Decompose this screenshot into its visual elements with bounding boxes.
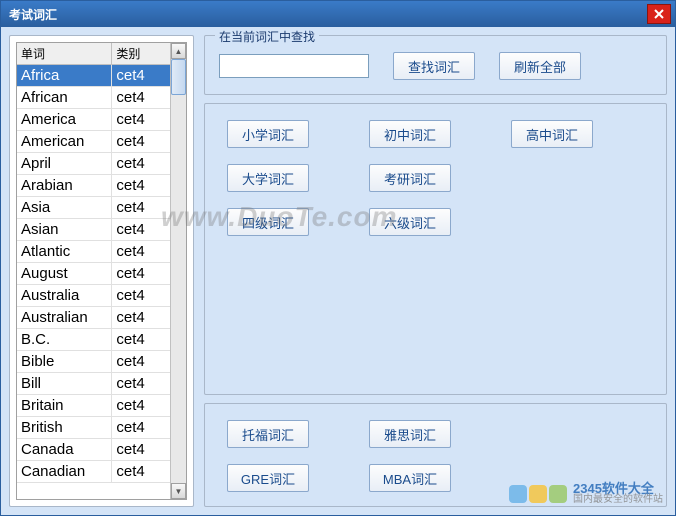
cell-category: cet4 [112,131,170,153]
cell-category: cet4 [112,153,170,175]
table-row[interactable]: Britishcet4 [17,417,170,439]
cell-category: cet4 [112,263,170,285]
table-row[interactable]: Africacet4 [17,65,170,87]
table-row[interactable]: Billcet4 [17,373,170,395]
titlebar: 考试词汇 [1,1,675,27]
cell-category: cet4 [112,87,170,109]
cell-word: August [17,263,112,285]
table-row[interactable]: Asiancet4 [17,219,170,241]
cell-category: cet4 [112,285,170,307]
search-input[interactable] [219,54,369,78]
cell-category: cet4 [112,461,170,483]
cet6-vocab-button[interactable]: 六级词汇 [369,208,451,236]
cell-category: cet4 [112,439,170,461]
cell-category: cet4 [112,329,170,351]
table-row[interactable]: Biblecet4 [17,351,170,373]
primary-vocab-button[interactable]: 小学词汇 [227,120,309,148]
cell-category: cet4 [112,417,170,439]
ielts-vocab-button[interactable]: 雅思词汇 [369,420,451,448]
cell-word: Asian [17,219,112,241]
scroll-up-button[interactable]: ▲ [171,43,186,59]
table-row[interactable]: B.C.cet4 [17,329,170,351]
cell-word: British [17,417,112,439]
cell-word: Atlantic [17,241,112,263]
cell-word: Bible [17,351,112,373]
cell-category: cet4 [112,241,170,263]
postgrad-vocab-button[interactable]: 考研词汇 [369,164,451,192]
vocab-list-panel: 单词 类别 Africacet4Africancet4Americacet4Am… [9,35,194,507]
cell-category: cet4 [112,307,170,329]
cell-word: Britain [17,395,112,417]
table-row[interactable]: Africancet4 [17,87,170,109]
cell-word: African [17,87,112,109]
table-row[interactable]: Augustcet4 [17,263,170,285]
cell-word: Africa [17,65,112,87]
cell-word: Bill [17,373,112,395]
vocab-table-wrap: 单词 类别 Africacet4Africancet4Americacet4Am… [16,42,187,500]
right-panel: 在当前词汇中查找 查找词汇 刷新全部 小学词汇 初中词汇 高中词汇 大学词汇 考… [204,35,667,507]
cell-category: cet4 [112,65,170,87]
table-row[interactable]: Americancet4 [17,131,170,153]
cell-word: Canadian [17,461,112,483]
cell-word: B.C. [17,329,112,351]
table-row[interactable]: Australiacet4 [17,285,170,307]
scroll-thumb[interactable] [171,59,186,95]
window: 考试词汇 单词 类别 Africacet4Africancet4Americac… [0,0,676,516]
toefl-vocab-button[interactable]: 托福词汇 [227,420,309,448]
find-vocab-button[interactable]: 查找词汇 [393,52,475,80]
table-row[interactable]: Canadiancet4 [17,461,170,483]
cell-word: Australia [17,285,112,307]
cell-word: America [17,109,112,131]
scroll-down-button[interactable]: ▼ [171,483,186,499]
cell-word: American [17,131,112,153]
vocab-table[interactable]: 单词 类别 Africacet4Africancet4Americacet4Am… [17,43,170,483]
cell-word: April [17,153,112,175]
exam-group: 托福词汇 雅思词汇 GRE词汇 MBA词汇 [204,403,667,507]
close-button[interactable] [647,4,671,24]
cell-category: cet4 [112,109,170,131]
search-group-label: 在当前词汇中查找 [215,28,319,45]
mba-vocab-button[interactable]: MBA词汇 [369,464,451,492]
table-row[interactable]: Britaincet4 [17,395,170,417]
gre-vocab-button[interactable]: GRE词汇 [227,464,309,492]
close-icon [654,9,664,19]
table-row[interactable]: Asiacet4 [17,197,170,219]
cell-category: cet4 [112,351,170,373]
cell-category: cet4 [112,373,170,395]
table-row[interactable]: Aprilcet4 [17,153,170,175]
cell-word: Australian [17,307,112,329]
window-title: 考试词汇 [9,6,647,23]
cell-word: Asia [17,197,112,219]
table-row[interactable]: Arabiancet4 [17,175,170,197]
table-row[interactable]: Canadacet4 [17,439,170,461]
cell-category: cet4 [112,197,170,219]
cell-word: Canada [17,439,112,461]
col-header-category[interactable]: 类别 [112,43,170,65]
refresh-all-button[interactable]: 刷新全部 [499,52,581,80]
search-group: 在当前词汇中查找 查找词汇 刷新全部 [204,35,667,95]
cell-word: Arabian [17,175,112,197]
content-area: 单词 类别 Africacet4Africancet4Americacet4Am… [1,27,675,515]
junior-vocab-button[interactable]: 初中词汇 [369,120,451,148]
cell-category: cet4 [112,395,170,417]
col-header-word[interactable]: 单词 [17,43,112,65]
cell-category: cet4 [112,219,170,241]
table-row[interactable]: Americacet4 [17,109,170,131]
table-row[interactable]: Australiancet4 [17,307,170,329]
table-row[interactable]: Atlanticcet4 [17,241,170,263]
cell-category: cet4 [112,175,170,197]
vertical-scrollbar[interactable]: ▲ ▼ [170,43,186,499]
senior-vocab-button[interactable]: 高中词汇 [511,120,593,148]
cet4-vocab-button[interactable]: 四级词汇 [227,208,309,236]
category-group: 小学词汇 初中词汇 高中词汇 大学词汇 考研词汇 四级词汇 六级词汇 [204,103,667,395]
college-vocab-button[interactable]: 大学词汇 [227,164,309,192]
